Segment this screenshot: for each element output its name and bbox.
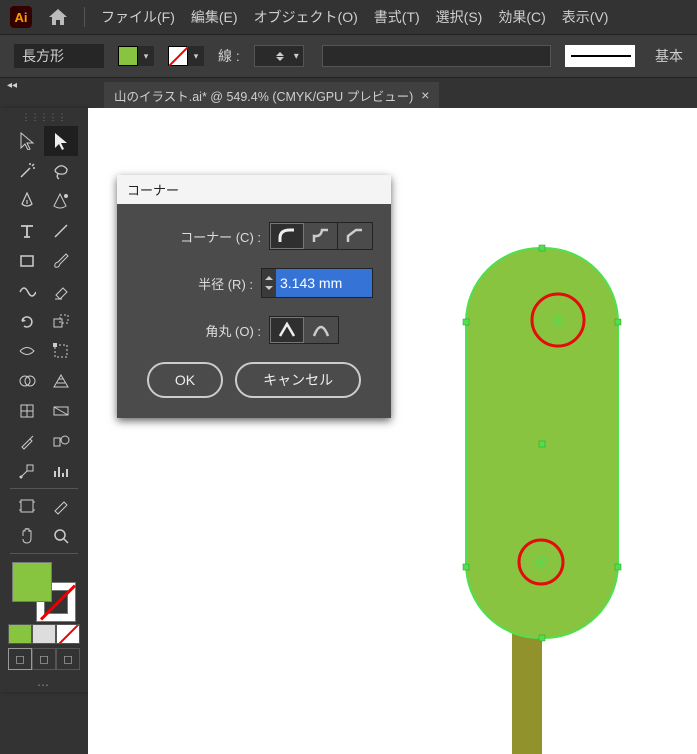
corner-type-group xyxy=(269,222,373,250)
direct-selection-tool[interactable] xyxy=(44,126,78,156)
fill-color-picker[interactable]: ▾ xyxy=(118,46,154,66)
corner-type-label: コーナー (C) : xyxy=(180,227,261,246)
step-up-icon xyxy=(276,48,284,56)
pen-tool[interactable] xyxy=(10,186,44,216)
stroke-swatch-icon xyxy=(168,46,188,66)
menu-separator xyxy=(84,7,85,27)
corner-type-round[interactable] xyxy=(270,223,304,249)
menu-view[interactable]: 表示(V) xyxy=(562,7,609,27)
ok-button[interactable]: OK xyxy=(147,362,223,398)
rounding-group xyxy=(269,316,339,344)
fill-swatch-icon xyxy=(118,46,138,66)
draw-behind[interactable]: ◻ xyxy=(32,648,56,670)
column-graph-tool[interactable] xyxy=(44,456,78,486)
width-tool[interactable] xyxy=(10,336,44,366)
color-mode-none[interactable] xyxy=(56,624,80,644)
lasso-tool[interactable] xyxy=(44,156,78,186)
document-tab[interactable]: 山のイラスト.ai* @ 549.4% (CMYK/GPU プレビュー) × xyxy=(104,82,439,108)
fill-stroke-wells[interactable] xyxy=(10,562,78,622)
menu-file[interactable]: ファイル(F) xyxy=(101,7,175,27)
color-mode-gradient[interactable] xyxy=(32,624,56,644)
eraser-tool[interactable] xyxy=(44,276,78,306)
rectangle-tool[interactable] xyxy=(10,246,44,276)
draw-normal[interactable]: ◻ xyxy=(8,648,32,670)
screen-mode-button[interactable]: ⋯ xyxy=(37,678,51,692)
zoom-tool[interactable] xyxy=(44,521,78,551)
radius-input-group xyxy=(261,268,373,298)
rounding-absolute[interactable] xyxy=(270,317,304,343)
drawing-modes: ◻ ◻ ◻ xyxy=(8,648,80,670)
eyedropper-tool[interactable] xyxy=(10,426,44,456)
symbol-sprayer-tool[interactable] xyxy=(10,456,44,486)
radius-step-up[interactable] xyxy=(262,269,276,283)
radius-label: 半径 (R) : xyxy=(198,274,253,293)
shape-builder-tool[interactable] xyxy=(10,366,44,396)
mesh-tool[interactable] xyxy=(10,396,44,426)
draw-inside[interactable]: ◻ xyxy=(56,648,80,670)
stroke-label: 線 : xyxy=(218,46,240,66)
paintbrush-tool[interactable] xyxy=(44,246,78,276)
corner-type-inverted[interactable] xyxy=(304,223,338,249)
selected-shape-name: 長方形 xyxy=(14,44,104,68)
menu-select[interactable]: 選択(S) xyxy=(436,7,483,27)
stroke-weight-stepper[interactable]: ▾ xyxy=(254,45,304,67)
main-menu: ファイル(F) 編集(E) オブジェクト(O) 書式(T) 選択(S) 効果(C… xyxy=(101,7,608,27)
stem-shape xyxy=(512,623,542,754)
tool-panel: ⋮⋮⋮⋮⋮ xyxy=(0,108,88,692)
brush-basic-label: 基本 xyxy=(655,46,683,66)
radius-step-down[interactable] xyxy=(262,283,276,297)
type-tool[interactable] xyxy=(10,216,44,246)
free-transform-tool[interactable] xyxy=(44,336,78,366)
document-tab-title: 山のイラスト.ai* @ 549.4% (CMYK/GPU プレビュー) xyxy=(114,86,413,105)
artboard-tool[interactable] xyxy=(10,491,44,521)
gradient-tool[interactable] xyxy=(44,396,78,426)
radius-field[interactable] xyxy=(276,269,372,297)
stroke-style-dropdown[interactable] xyxy=(565,45,635,67)
corner-type-chamfer[interactable] xyxy=(338,223,372,249)
menu-type[interactable]: 書式(T) xyxy=(374,7,420,27)
color-mode-row xyxy=(8,624,80,644)
selection-tool[interactable] xyxy=(10,126,44,156)
cancel-button[interactable]: キャンセル xyxy=(235,362,361,398)
magic-wand-tool[interactable] xyxy=(10,156,44,186)
menu-edit[interactable]: 編集(E) xyxy=(191,7,238,27)
chevron-down-icon: ▾ xyxy=(188,46,204,66)
color-mode-solid[interactable] xyxy=(8,624,32,644)
menu-object[interactable]: オブジェクト(O) xyxy=(254,7,358,27)
rounding-relative[interactable] xyxy=(304,317,338,343)
home-icon[interactable] xyxy=(48,8,68,26)
chevron-down-icon: ▾ xyxy=(138,46,154,66)
shaper-tool[interactable] xyxy=(10,276,44,306)
curvature-tool[interactable] xyxy=(44,186,78,216)
dialog-title: コーナー xyxy=(117,175,391,204)
corner-dialog: コーナー コーナー (C) : 半径 (R) : xyxy=(117,175,391,418)
slice-tool[interactable] xyxy=(44,491,78,521)
chevron-down-icon: ▾ xyxy=(294,51,299,62)
fill-well[interactable] xyxy=(12,562,52,602)
hand-tool[interactable] xyxy=(10,521,44,551)
perspective-grid-tool[interactable] xyxy=(44,366,78,396)
rounding-label: 角丸 (O) : xyxy=(205,321,261,340)
blend-tool[interactable] xyxy=(44,426,78,456)
rotate-tool[interactable] xyxy=(10,306,44,336)
scale-tool[interactable] xyxy=(44,306,78,336)
step-down-icon xyxy=(276,57,284,65)
menu-effect[interactable]: 効果(C) xyxy=(498,7,545,27)
stroke-profile-dropdown[interactable] xyxy=(322,45,551,67)
app-logo: Ai xyxy=(10,6,32,28)
close-icon[interactable]: × xyxy=(421,87,429,103)
panel-toggle[interactable]: ◂◂ xyxy=(0,78,24,108)
line-tool[interactable] xyxy=(44,216,78,246)
stroke-color-picker[interactable]: ▾ xyxy=(168,46,204,66)
